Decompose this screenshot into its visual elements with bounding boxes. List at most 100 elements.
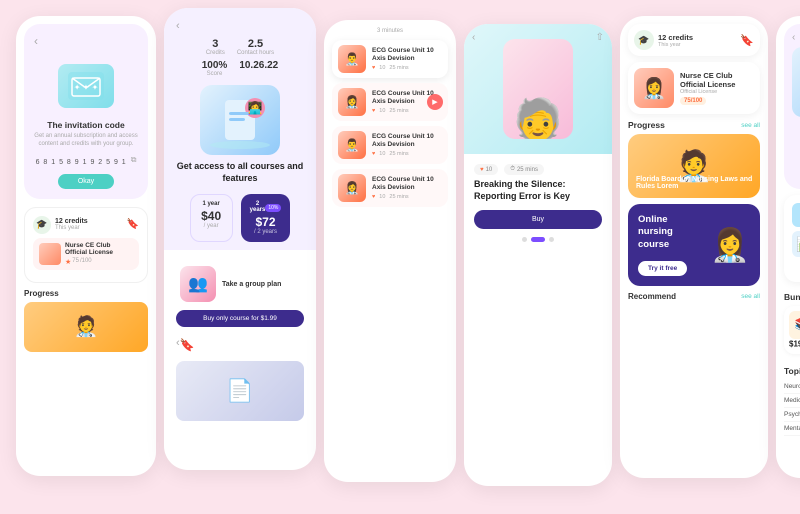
breaking-top: ‹ ⇧ 🧓 ♥ 10 ⏱ 25 mins Breaking the Silenc… — [784, 24, 800, 189]
course-time-2: 25 mins — [389, 108, 408, 114]
course-likes-3: 10 — [379, 151, 385, 157]
dot-2-active[interactable] — [531, 237, 545, 242]
invite-title: The invitation code — [47, 120, 124, 130]
course-thumbnail: 👩‍⚕️ — [338, 174, 366, 202]
meta-likes: 10 — [486, 167, 493, 173]
nurse-name-2: Nurse CE Club Official License — [680, 71, 754, 89]
scene: ‹ ✦ ✦ ✦ The invitation code Get an annua… — [16, 16, 784, 498]
topics-section: Topics Neurology Medical Surgi... Psychi… — [784, 362, 800, 440]
breaking-hero-img: 🧓 — [792, 47, 800, 117]
dot-3[interactable] — [549, 237, 554, 242]
back-button[interactable]: ‹ — [34, 34, 38, 48]
svg-text:👩‍💻: 👩‍💻 — [248, 101, 263, 115]
rating-row: 75/100 — [680, 97, 754, 105]
plan-2year[interactable]: 2 years 10% $72 / 2 years — [241, 194, 291, 242]
bookmark-icon-2[interactable]: 🔖 — [180, 338, 195, 352]
hours-stat: 2.5 — [237, 38, 274, 50]
info-icon: ℹ — [792, 261, 800, 272]
course-list: 👨‍⚕️ ECG Course Unit 10 Axis Devision ♥ … — [332, 40, 448, 207]
plan-1year[interactable]: 1 year $40 / year — [190, 194, 233, 242]
bundels-section: Bundels 📚 Florida Boa... Nursing La... 1… — [784, 288, 800, 362]
topic-item[interactable]: Neurology — [784, 380, 800, 394]
like-icon: ♥ — [372, 194, 375, 200]
course-hero: ‹ ⇧ 🧓 — [464, 24, 612, 154]
bookmark-icon-5[interactable]: 🔖 — [740, 34, 754, 47]
card-get-access: ‹ 3 Credits 2.5 Contact hours 100% Score — [164, 8, 316, 470]
course-likes-2: 10 — [379, 108, 385, 114]
course-item[interactable]: 👨‍⚕️ ECG Course Unit 10 Axis Devision ♥ … — [332, 126, 448, 164]
credits-amount: 12 credits — [55, 218, 88, 225]
back-btn-hero[interactable]: ‹ — [472, 32, 475, 43]
share-icon[interactable]: ⇧ — [596, 32, 604, 43]
dot-1[interactable] — [522, 237, 527, 242]
play-button[interactable]: ▶ — [427, 94, 443, 110]
topic-item[interactable]: Medical Surgi... — [784, 394, 800, 408]
rating-pill: 75/100 — [680, 97, 706, 105]
star-icon: ★ — [65, 258, 71, 266]
bundels-label: Bundels — [784, 292, 800, 302]
breaki-icon: 📊 — [792, 231, 800, 257]
back-btn-6[interactable]: ‹ — [792, 32, 795, 43]
course-thumbnail: 👨‍⚕️ — [338, 45, 366, 73]
date-stat: 10.26.22 — [239, 60, 278, 71]
likes-pill: ♥ 10 — [474, 164, 498, 175]
course-title: ECG Course Unit 10 Axis Devision — [372, 133, 442, 150]
card-course-detail: ‹ ⇧ 🧓 ♥ 10 ⏱ 25 mins Breaking the Silenc… — [464, 24, 612, 486]
hero-character: 🧓 — [503, 39, 573, 139]
plan-options: 1 year $40 / year 2 years 10% $72 / 2 ye… — [190, 194, 291, 242]
group-text: Take a group plan — [222, 281, 281, 288]
course-big-title: Breaking the Silence: Reporting Error is… — [474, 179, 602, 202]
svg-text:✦ ✦ ✦: ✦ ✦ ✦ — [74, 83, 99, 92]
topic-item[interactable]: Psychiatri... — [784, 408, 800, 422]
progress-illustration: 🧑‍⚕️ — [24, 302, 148, 352]
card-invitation: ‹ ✦ ✦ ✦ The invitation code Get an annua… — [16, 16, 156, 476]
access-illustration: 👩‍💻 — [200, 85, 280, 155]
course-meta: ♥ 10 25 mins — [372, 194, 442, 200]
progress-card: 🧑‍⚕️ — [24, 302, 148, 352]
florida-text: Florida Board of Nursing Laws and Rules … — [636, 176, 760, 190]
copy-icon[interactable]: ⧉ — [131, 155, 137, 165]
credits-stat: 3 — [206, 38, 225, 50]
nurse-name: Nurse CE Club Official License — [65, 242, 133, 256]
back-button-2[interactable]: ‹ — [176, 20, 180, 32]
recommend-row: Recommend see all — [628, 292, 760, 301]
heart-icon: ♥ — [480, 167, 484, 173]
course-item[interactable]: 👨‍⚕️ ECG Course Unit 10 Axis Devision ♥ … — [332, 40, 448, 78]
course-item[interactable]: 👩‍⚕️ ECG Course Unit 10 Axis Devision ♥ … — [332, 169, 448, 207]
bundel-price: $1900 — [789, 339, 800, 349]
progress-section: Progress see all 🧑‍⚕️ Florida Board of N… — [628, 120, 760, 198]
like-icon: ♥ — [372, 108, 375, 114]
course-thumbnail: 👩‍⚕️ — [338, 88, 366, 116]
topic-item[interactable]: Mental Health — [784, 422, 800, 436]
try-free-button[interactable]: Try it free — [638, 261, 687, 276]
plan2-badge: 10% — [265, 204, 281, 212]
credits-header: 🎓 12 credits This year 🔖 — [628, 24, 760, 56]
bundel-item[interactable]: 📚 Florida Boa... Nursing La... 12 course… — [784, 306, 800, 354]
topics-label: Topics — [784, 366, 800, 376]
clock-icon: ⏱ — [510, 166, 515, 173]
course-likes-4: 10 — [379, 194, 385, 200]
group-illustration: 👥 — [180, 266, 216, 302]
rating-total: 100 — [692, 98, 702, 104]
course-title: ECG Course Unit 10 Axis Devision — [372, 47, 442, 64]
course-thumbnail: 👨‍⚕️ — [338, 131, 366, 159]
rating-total: /100 — [80, 258, 92, 266]
okay-button[interactable]: Okay — [58, 174, 114, 189]
course-time-3: 25 mins — [389, 151, 408, 157]
buy-course-button[interactable]: Buy — [474, 210, 602, 229]
see-all-link[interactable]: see all — [741, 122, 760, 129]
buy-button[interactable]: Buy only course for $1.99 — [176, 310, 304, 327]
breaki-card: 🩺 📊 Breaki Repore... Reporting... ℹ — [784, 195, 800, 282]
rating-val: 75 — [684, 98, 691, 104]
score-stat-label: Score — [202, 71, 228, 77]
nurse-card-2: 👩‍⚕️ Nurse CE Club Official License Offi… — [628, 62, 760, 114]
bookmark-icon[interactable]: 🔖 — [127, 219, 139, 230]
hours-stat-label: Contact hours — [237, 50, 274, 56]
time-pill: ⏱ 25 mins — [504, 164, 544, 175]
course-item[interactable]: 👩‍⚕️ ECG Course Unit 10 Axis Devision ♥ … — [332, 83, 448, 121]
nurse-sub: Official License — [680, 89, 754, 95]
recommend-see-all[interactable]: see all — [741, 293, 760, 300]
group-plan-row: 👥 Take a group plan — [176, 266, 304, 302]
progress-section-label: Progress — [628, 120, 665, 130]
plan1-tag: 1 year — [199, 201, 224, 207]
